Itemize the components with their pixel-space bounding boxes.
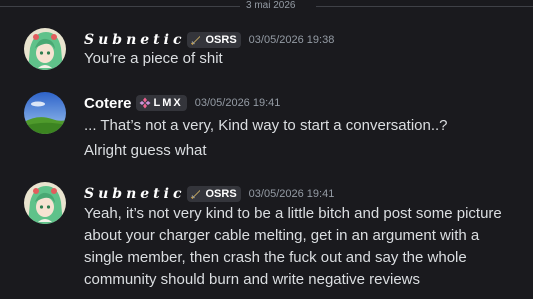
- anime-girl-avatar-icon: [24, 28, 66, 70]
- message-2: Cotere LMX 03/05/2026 19:41 ... That’s n…: [0, 88, 533, 164]
- guild-tag[interactable]: OSRS: [187, 32, 241, 48]
- guild-tag-label: OSRS: [205, 188, 237, 200]
- username[interactable]: Cotere: [84, 95, 132, 112]
- guild-tag-label: OSRS: [205, 34, 237, 46]
- timestamp[interactable]: 03/05/2026 19:41: [195, 97, 281, 109]
- message-text: You’re a piece of shit: [84, 50, 223, 67]
- avatar-subnetic[interactable]: [24, 28, 66, 70]
- avatar-subnetic[interactable]: [24, 182, 66, 224]
- username[interactable]: Subnetic: [84, 186, 185, 202]
- message-1: Subnetic OSRS 03/05/2026 19:38 You’re a …: [0, 22, 533, 78]
- sword-icon: [191, 190, 201, 199]
- message-text: single member, then crash the fuck out a…: [84, 249, 467, 266]
- divider-line-right: [316, 6, 533, 7]
- timestamp[interactable]: 03/05/2026 19:41: [249, 188, 335, 200]
- sword-icon: [191, 36, 201, 45]
- anime-girl-avatar-icon: [24, 182, 66, 224]
- username[interactable]: Subnetic: [84, 32, 185, 48]
- message-text: Yeah, it’s not very kind to be a little …: [84, 205, 502, 222]
- divider-line-left: [0, 6, 240, 7]
- message-3: Subnetic OSRS 03/05/2026 19:41 Yeah, it’…: [0, 176, 533, 299]
- diamond-cluster-icon: [139, 97, 151, 109]
- message-header: Subnetic OSRS 03/05/2026 19:41: [84, 185, 334, 203]
- message-header: Cotere LMX 03/05/2026 19:41: [84, 94, 280, 112]
- avatar-cotere[interactable]: [24, 92, 66, 134]
- guild-tag[interactable]: OSRS: [187, 186, 241, 202]
- guild-tag[interactable]: LMX: [135, 95, 187, 111]
- message-text: about your charger cable melting, get in…: [84, 227, 480, 244]
- date-divider: 3 mai 2026: [0, 0, 533, 12]
- date-divider-label: 3 mai 2026: [246, 0, 296, 11]
- landscape-avatar-icon: [24, 92, 66, 134]
- message-text: community should burn and write negative…: [84, 271, 420, 288]
- timestamp[interactable]: 03/05/2026 19:38: [249, 34, 335, 46]
- message-text: ... That’s not a very, Kind way to start…: [84, 117, 448, 134]
- message-text: Alright guess what: [84, 142, 207, 159]
- message-header: Subnetic OSRS 03/05/2026 19:38: [84, 31, 334, 49]
- guild-tag-label: LMX: [153, 97, 183, 109]
